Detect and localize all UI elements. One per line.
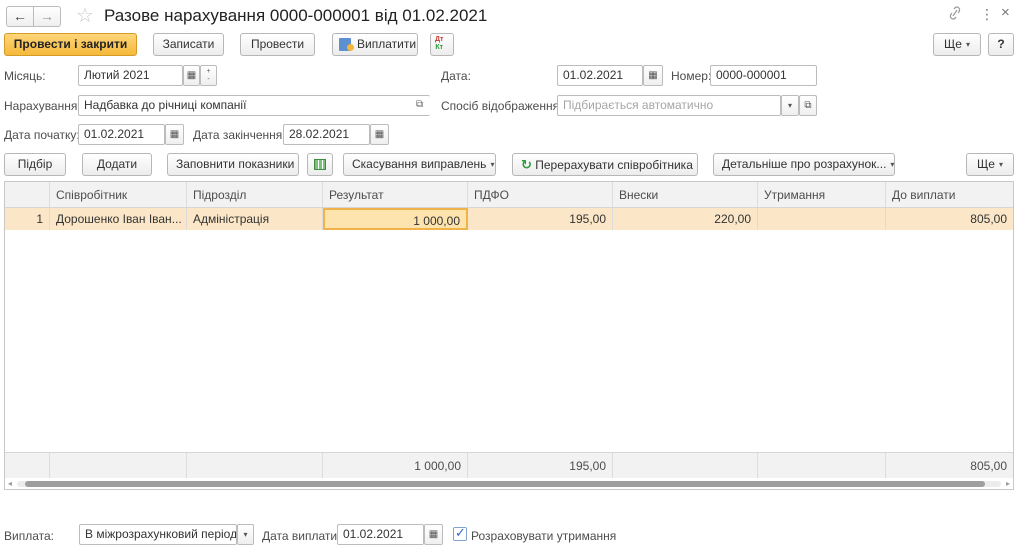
col-contributions[interactable]: Внески [613,182,758,207]
calc-deductions-checkbox[interactable] [453,525,467,541]
close-icon[interactable]: × [1001,4,1010,21]
total-pdfo: 195,00 [468,453,613,478]
col-pdfo[interactable]: ПДФО [468,182,613,207]
calc-deductions-label[interactable]: Розраховувати утримання [471,528,616,544]
pay-date-calendar-icon[interactable]: ▦ [424,524,443,545]
display-method-label: Спосіб відображення: [441,99,563,113]
help-button[interactable]: ? [988,33,1014,56]
table-footer-totals: 1 000,00 195,00 805,00 [5,452,1013,478]
total-payout: 805,00 [970,459,1007,473]
table-grid-icon [314,159,326,170]
table-more-button[interactable]: Ще ▾ [966,153,1014,176]
cell-pdfo[interactable]: 195,00 [468,208,613,230]
month-stepper[interactable]: + - [200,65,217,86]
start-date-label: Дата початку: [4,128,80,142]
table-row[interactable]: 1 Дорошенко Іван Іван... Адміністрація 1… [5,208,1013,230]
link-icon[interactable] [948,5,962,24]
end-date-label: Дата закінчення: [193,128,286,142]
cell-deductions[interactable] [758,208,886,230]
payment-dropdown-icon[interactable]: ▾ [237,524,254,545]
total-result: 1 000,00 [323,453,468,478]
cell-employee[interactable]: Дорошенко Іван Іван... [50,208,187,230]
cell-payout[interactable]: 805,00 [886,208,1013,230]
date-label: Дата: [441,69,471,83]
start-date-field[interactable]: 01.02.2021 [78,124,165,145]
pay-date-label: Дата виплати: [262,529,341,543]
pay-date-field[interactable]: 01.02.2021 [337,524,424,545]
col-payout[interactable]: До виплати [886,182,1013,207]
cell-department[interactable]: Адміністрація [187,208,323,230]
more-button[interactable]: Ще ▾ [933,33,981,56]
start-date-calendar-icon[interactable]: ▦ [165,124,184,145]
chevron-down-icon: ▾ [965,40,970,49]
accrual-open-icon[interactable]: ⧉ [416,99,423,110]
chevron-down-icon: ▾ [890,160,895,169]
arrow-left-icon: ← [13,8,27,24]
col-result[interactable]: Результат [323,182,468,207]
dt-kt-icon: Дт Кт [435,36,444,51]
add-button[interactable]: Додати [82,153,152,176]
dt-kt-button[interactable]: Дт Кт [430,33,454,56]
end-date-calendar-icon[interactable]: ▦ [370,124,389,145]
calendar-icon[interactable]: ▦ [183,65,200,86]
save-button[interactable]: Записати [153,33,224,56]
post-button[interactable]: Провести [240,33,315,56]
total-number [5,453,50,478]
end-date-field[interactable]: 28.02.2021 [283,124,370,145]
horizontal-scrollbar[interactable]: ◂ ▸ [5,478,1013,489]
accrual-field[interactable]: Надбавка до річниці компанії [78,95,430,116]
date-calendar-icon[interactable]: ▦ [643,65,663,86]
stepper-down-icon: - [207,75,210,83]
calculation-details-button[interactable]: Детальніше про розрахунок... ▾ [713,153,895,176]
fill-indicators-button[interactable]: Заповнити показники [167,153,299,176]
pay-button[interactable]: Виплатити [332,33,418,56]
payment-label: Виплата: [4,529,54,543]
pay-coin-icon [347,44,354,51]
scroll-left-icon[interactable]: ◂ [8,478,12,489]
number-label: Номер: [671,69,712,83]
post-and-close-button[interactable]: Провести і закрити [4,33,137,56]
more-vertical-icon[interactable]: ⋮ [980,6,994,23]
forward-button[interactable]: → [33,6,61,27]
date-field[interactable]: 01.02.2021 [557,65,643,86]
accrual-label: Нарахування: [4,99,81,113]
col-employee[interactable]: Співробітник [50,182,187,207]
col-number [5,182,50,207]
cell-result[interactable]: 1 000,00 [323,208,468,230]
col-department[interactable]: Підрозділ [187,182,323,207]
pick-button[interactable]: Підбір [4,153,66,176]
row-number: 1 [5,208,50,230]
display-method-dropdown-icon[interactable]: ▾ [781,95,799,116]
display-method-open-icon[interactable]: ⧉ [799,95,817,116]
total-department [187,453,323,478]
page-title: Разове нарахування 0000-000001 від 01.02… [104,6,488,25]
arrow-right-icon: → [40,8,54,24]
display-method-field[interactable]: Підбирається автоматично [557,95,781,116]
month-field[interactable]: Лютий 2021 [78,65,183,86]
employees-table[interactable]: Співробітник Підрозділ Результат ПДФО Вн… [4,181,1014,490]
number-field[interactable]: 0000-000001 [710,65,817,86]
scroll-right-icon[interactable]: ▸ [1006,478,1010,489]
cell-contributions[interactable]: 220,00 [613,208,758,230]
table-header: Співробітник Підрозділ Результат ПДФО Вн… [5,182,1013,208]
cancel-corrections-button[interactable]: Скасування виправлень ▾ [343,153,496,176]
total-deductions [758,453,886,478]
total-contributions [613,453,758,478]
favorite-star-icon[interactable]: ☆ [76,3,94,28]
back-button[interactable]: ← [6,6,34,27]
table-body-empty [5,230,1013,452]
scroll-thumb[interactable] [25,481,985,487]
chevron-down-icon: ▾ [998,160,1003,169]
chevron-down-icon: ▾ [490,160,495,169]
total-employee [50,453,187,478]
col-deductions[interactable]: Утримання [758,182,886,207]
refresh-icon: ↻ [521,157,532,172]
month-label: Місяць: [4,69,46,83]
recalculate-employee-button[interactable]: ↻ Перерахувати співробітника [512,153,698,176]
table-settings-button[interactable] [307,153,333,176]
payment-field[interactable]: В міжрозрахунковий період [79,524,237,545]
stepper-up-icon: + [206,67,211,75]
